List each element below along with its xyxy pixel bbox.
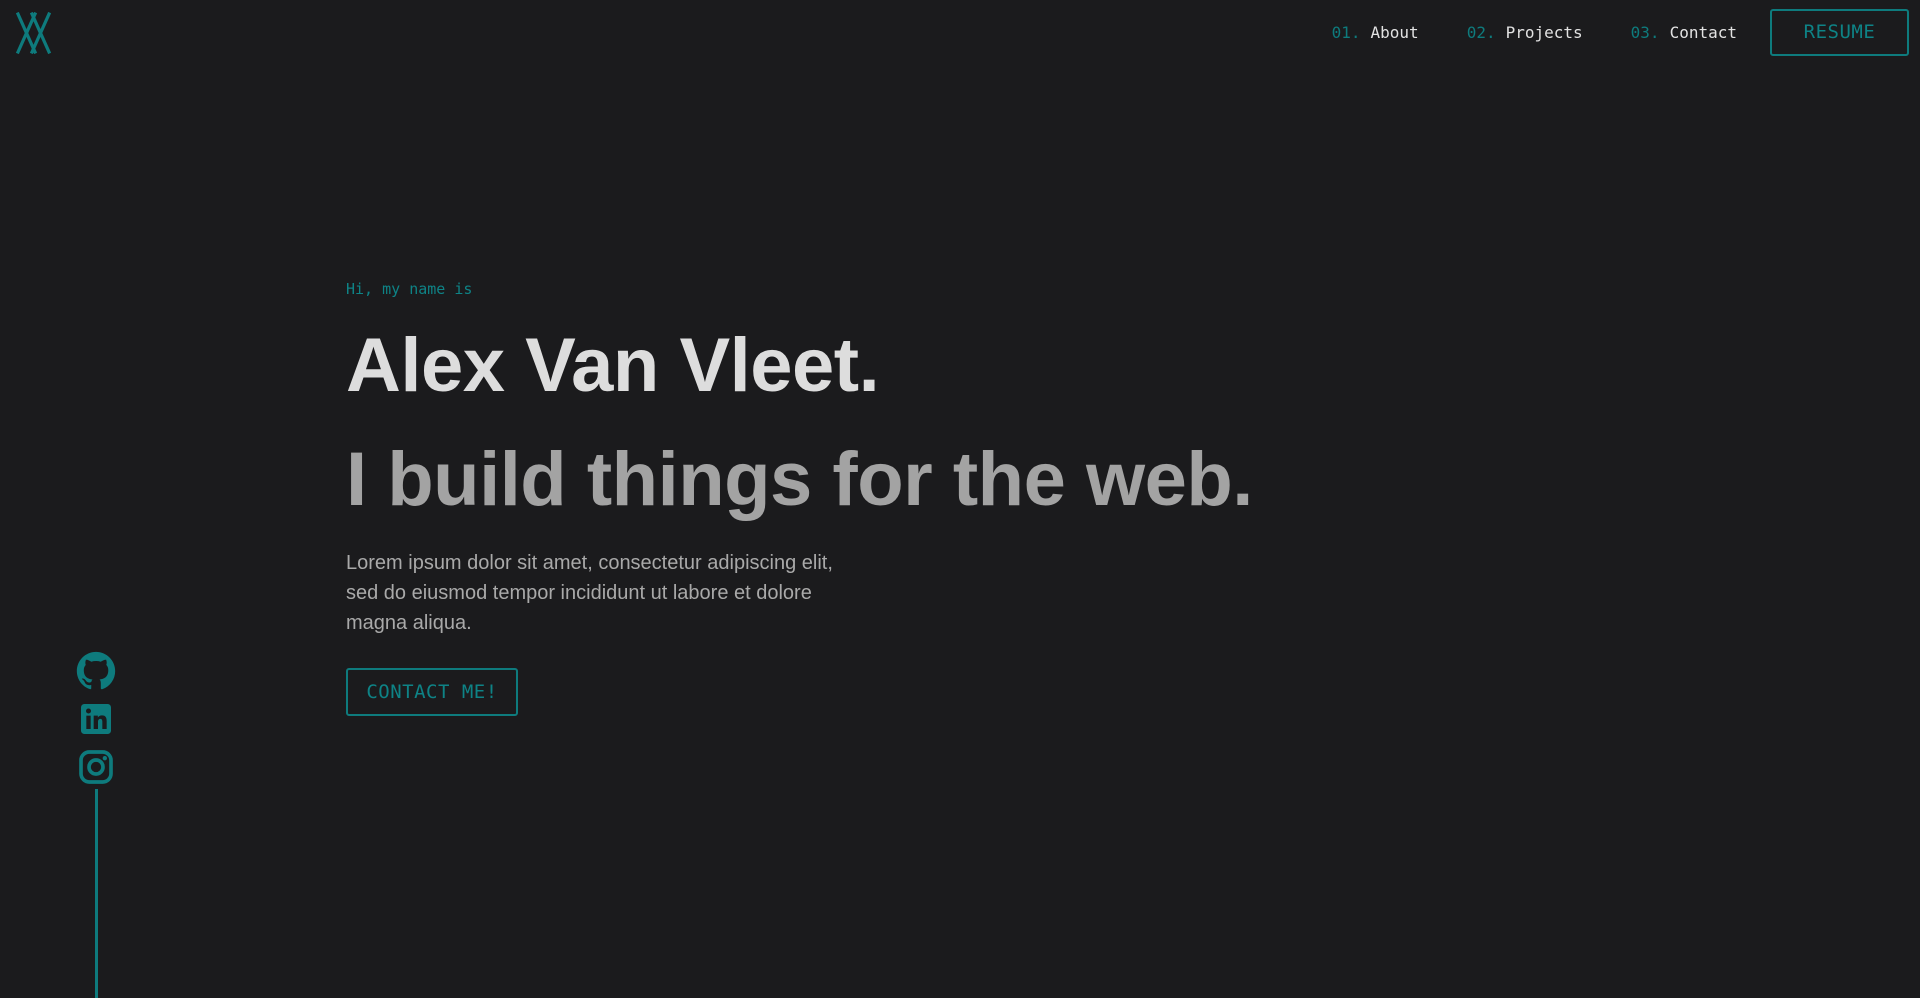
hero-name: Alex Van Vleet.	[346, 323, 880, 408]
nav-label: About	[1370, 22, 1419, 42]
hero-tagline: I build things for the web.	[346, 437, 1253, 522]
github-icon[interactable]	[76, 651, 116, 691]
nav-link-about[interactable]: 01. About	[1332, 23, 1419, 42]
linkedin-icon[interactable]	[76, 699, 116, 739]
nav-number: 02.	[1466, 22, 1496, 42]
hero-greeting: Hi, my name is	[346, 280, 473, 298]
nav-link-projects[interactable]: 02. Projects	[1467, 23, 1583, 42]
hero-bio: Lorem ipsum dolor sit amet, consectetur …	[346, 552, 833, 634]
social-links	[76, 651, 116, 795]
nav-number: 01.	[1331, 22, 1361, 42]
nav-number: 03.	[1630, 22, 1660, 42]
top-nav: 01. About 02. Projects 03. Contact RESUME	[1332, 0, 1920, 64]
nav-label: Contact	[1669, 22, 1737, 42]
contact-me-button[interactable]: CONTACT ME!	[346, 668, 518, 716]
hero-section: Hi, my name is Alex Van Vleet. I build t…	[346, 280, 1253, 716]
nav-label: Projects	[1505, 22, 1583, 42]
nav-link-contact[interactable]: 03. Contact	[1631, 23, 1737, 42]
resume-button[interactable]: RESUME	[1770, 8, 1909, 56]
instagram-icon[interactable]	[76, 747, 116, 787]
logo-icon[interactable]	[15, 12, 52, 54]
social-divider-line	[95, 789, 98, 998]
